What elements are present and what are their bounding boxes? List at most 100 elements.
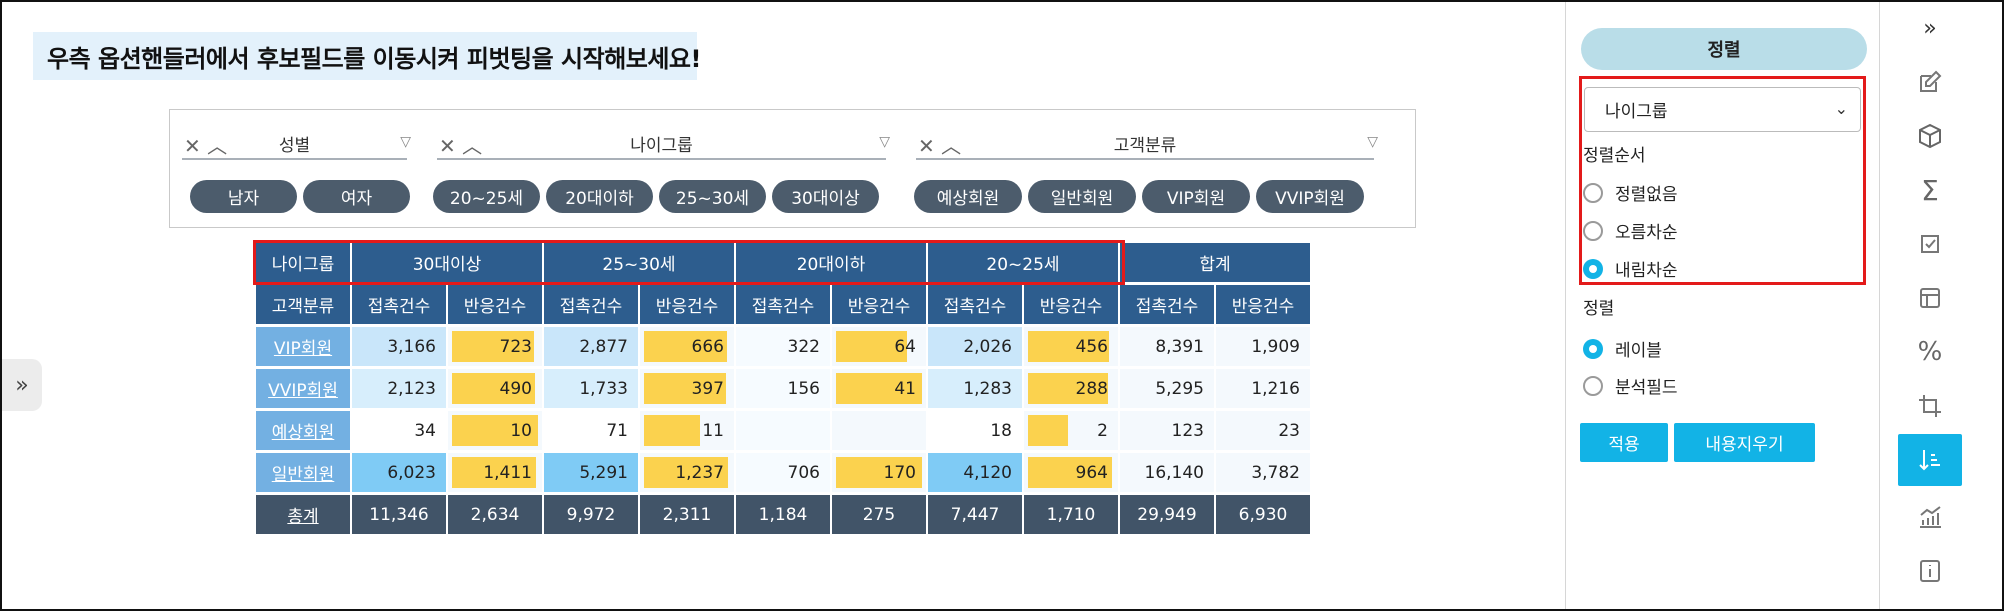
- total-cell: 2,634: [448, 495, 542, 534]
- filter-chip[interactable]: 30대이상: [772, 180, 879, 213]
- filter-group-gender: ✕ ︿ 성별 ▽ 남자 여자: [170, 110, 425, 227]
- row-label[interactable]: VVIP회원: [256, 369, 350, 408]
- cell-value: 4,120: [963, 462, 1012, 483]
- total-cell: 7,447: [928, 495, 1022, 534]
- edit-icon[interactable]: [1898, 56, 1962, 108]
- order-option[interactable]: 오름차순: [1583, 218, 1678, 243]
- response-bar: [1028, 415, 1068, 446]
- order-option[interactable]: 정렬없음: [1583, 180, 1678, 205]
- row-label-link[interactable]: 예상회원: [272, 418, 335, 443]
- total-label-link[interactable]: 총계: [287, 502, 318, 527]
- total-label[interactable]: 총계: [256, 495, 350, 534]
- filter-chip[interactable]: 예상회원: [914, 180, 1022, 213]
- column-group-header[interactable]: 25~30세: [544, 243, 734, 282]
- column-group-header[interactable]: 30대이상: [352, 243, 542, 282]
- row-label-link[interactable]: VVIP회원: [268, 376, 338, 401]
- filter-icon[interactable]: ▽: [879, 134, 890, 150]
- cell-value: 11: [702, 420, 724, 441]
- info-icon[interactable]: [1898, 545, 1962, 597]
- order-option[interactable]: 내림차순: [1583, 256, 1678, 281]
- data-cell: 16,140: [1120, 453, 1214, 492]
- row-label[interactable]: 예상회원: [256, 411, 350, 450]
- measure-header[interactable]: 접촉건수: [736, 285, 830, 324]
- filter-icon[interactable]: ▽: [400, 134, 411, 150]
- measure-header[interactable]: 반응건수: [448, 285, 542, 324]
- sort-field-select[interactable]: 나이그룹 ⌄: [1584, 87, 1861, 132]
- data-cell: 5,291: [544, 453, 638, 492]
- filter-chip[interactable]: 여자: [303, 180, 410, 213]
- measure-header[interactable]: 반응건수: [832, 285, 926, 324]
- data-cell: 11: [640, 411, 734, 450]
- collapse-glyph: »: [1923, 15, 1937, 41]
- cell-value: 3,782: [1251, 462, 1300, 483]
- column-group-header[interactable]: 20대이하: [736, 243, 926, 282]
- sort-basis-label: 정렬: [1583, 299, 1615, 319]
- filter-chip[interactable]: VVIP회원: [1256, 180, 1364, 213]
- data-cell: 456: [1024, 327, 1118, 366]
- cell-value: 2,123: [387, 378, 436, 399]
- filter-chips: 예상회원 일반회원 VIP회원 VVIP회원: [914, 180, 1364, 213]
- cell-value: 490: [499, 378, 532, 399]
- row-label[interactable]: VIP회원: [256, 327, 350, 366]
- cell-value: 666: [691, 336, 724, 357]
- data-cell: 288: [1024, 369, 1118, 408]
- column-group-header[interactable]: 20~25세: [928, 243, 1118, 282]
- filter-icon[interactable]: ▽: [1367, 134, 1378, 150]
- data-cell: 1,216: [1216, 369, 1310, 408]
- data-cell: 1,909: [1216, 327, 1310, 366]
- cube-icon[interactable]: [1898, 110, 1962, 162]
- measure-header[interactable]: 접촉건수: [928, 285, 1022, 324]
- row-label[interactable]: 일반회원: [256, 453, 350, 492]
- total-cell: 275: [832, 495, 926, 534]
- measure-header[interactable]: 접촉건수: [1120, 285, 1214, 324]
- cell-value: 41: [894, 378, 916, 399]
- filter-chip[interactable]: 일반회원: [1028, 180, 1136, 213]
- data-cell: 3,782: [1216, 453, 1310, 492]
- cell-value: 964: [1075, 462, 1108, 483]
- sort-basis-option[interactable]: 분석필드: [1583, 373, 1678, 398]
- filter-chip[interactable]: 20~25세: [433, 180, 540, 213]
- filter-chip[interactable]: 25~30세: [659, 180, 766, 213]
- cell-value: 156: [787, 378, 820, 399]
- measure-header[interactable]: 반응건수: [640, 285, 734, 324]
- column-group-header[interactable]: 합계: [1120, 243, 1310, 282]
- total-cell: 1,710: [1024, 495, 1118, 534]
- cell-value: 170: [883, 462, 916, 483]
- sort-basis-option[interactable]: 레이블: [1583, 336, 1662, 361]
- row-group-label: 고객분류: [256, 285, 350, 324]
- filter-chip[interactable]: 20대이하: [546, 180, 653, 213]
- data-cell: 156: [736, 369, 830, 408]
- measure-header[interactable]: 접촉건수: [544, 285, 638, 324]
- measure-header[interactable]: 반응건수: [1216, 285, 1310, 324]
- measure-header[interactable]: 반응건수: [1024, 285, 1118, 324]
- sigma-icon[interactable]: Σ: [1898, 164, 1962, 216]
- filter-area: ✕ ︿ 성별 ▽ 남자 여자 ✕ ︿ 나이그룹 ▽ 20~25세 20대이하 2…: [169, 109, 1416, 228]
- data-cell: 397: [640, 369, 734, 408]
- cell-value: 16,140: [1144, 462, 1204, 483]
- layout-icon[interactable]: [1898, 272, 1962, 324]
- double-chevron-right-icon: »: [15, 372, 29, 398]
- data-cell: 322: [736, 327, 830, 366]
- apply-button[interactable]: 적용: [1580, 423, 1668, 462]
- expand-panel-button[interactable]: »: [2, 359, 42, 411]
- cell-value: 5,295: [1155, 378, 1204, 399]
- checklist-icon[interactable]: [1898, 218, 1962, 270]
- filter-chip[interactable]: VIP회원: [1142, 180, 1250, 213]
- filter-header: ✕ ︿ 고객분류 ▽: [916, 130, 1378, 160]
- cell-value: 18: [990, 420, 1012, 441]
- measure-header[interactable]: 접촉건수: [352, 285, 446, 324]
- chart-icon[interactable]: [1898, 491, 1962, 543]
- chevron-down-icon: ⌄: [1834, 99, 1848, 118]
- data-cell: [832, 411, 926, 450]
- cell-value: 2: [1097, 420, 1108, 441]
- filter-group-age: ✕ ︿ 나이그룹 ▽ 20~25세 20대이하 25~30세 30대이상: [425, 110, 904, 227]
- row-label-link[interactable]: VIP회원: [274, 334, 332, 359]
- crop-icon[interactable]: [1898, 380, 1962, 432]
- percent-icon[interactable]: %: [1898, 326, 1962, 378]
- row-label-link[interactable]: 일반회원: [272, 460, 335, 485]
- sort-icon[interactable]: [1898, 434, 1962, 486]
- clear-button[interactable]: 내용지우기: [1674, 423, 1815, 462]
- filter-chip[interactable]: 남자: [190, 180, 297, 213]
- collapse-icon[interactable]: »: [1898, 2, 1962, 54]
- option-label: 분석필드: [1615, 378, 1678, 398]
